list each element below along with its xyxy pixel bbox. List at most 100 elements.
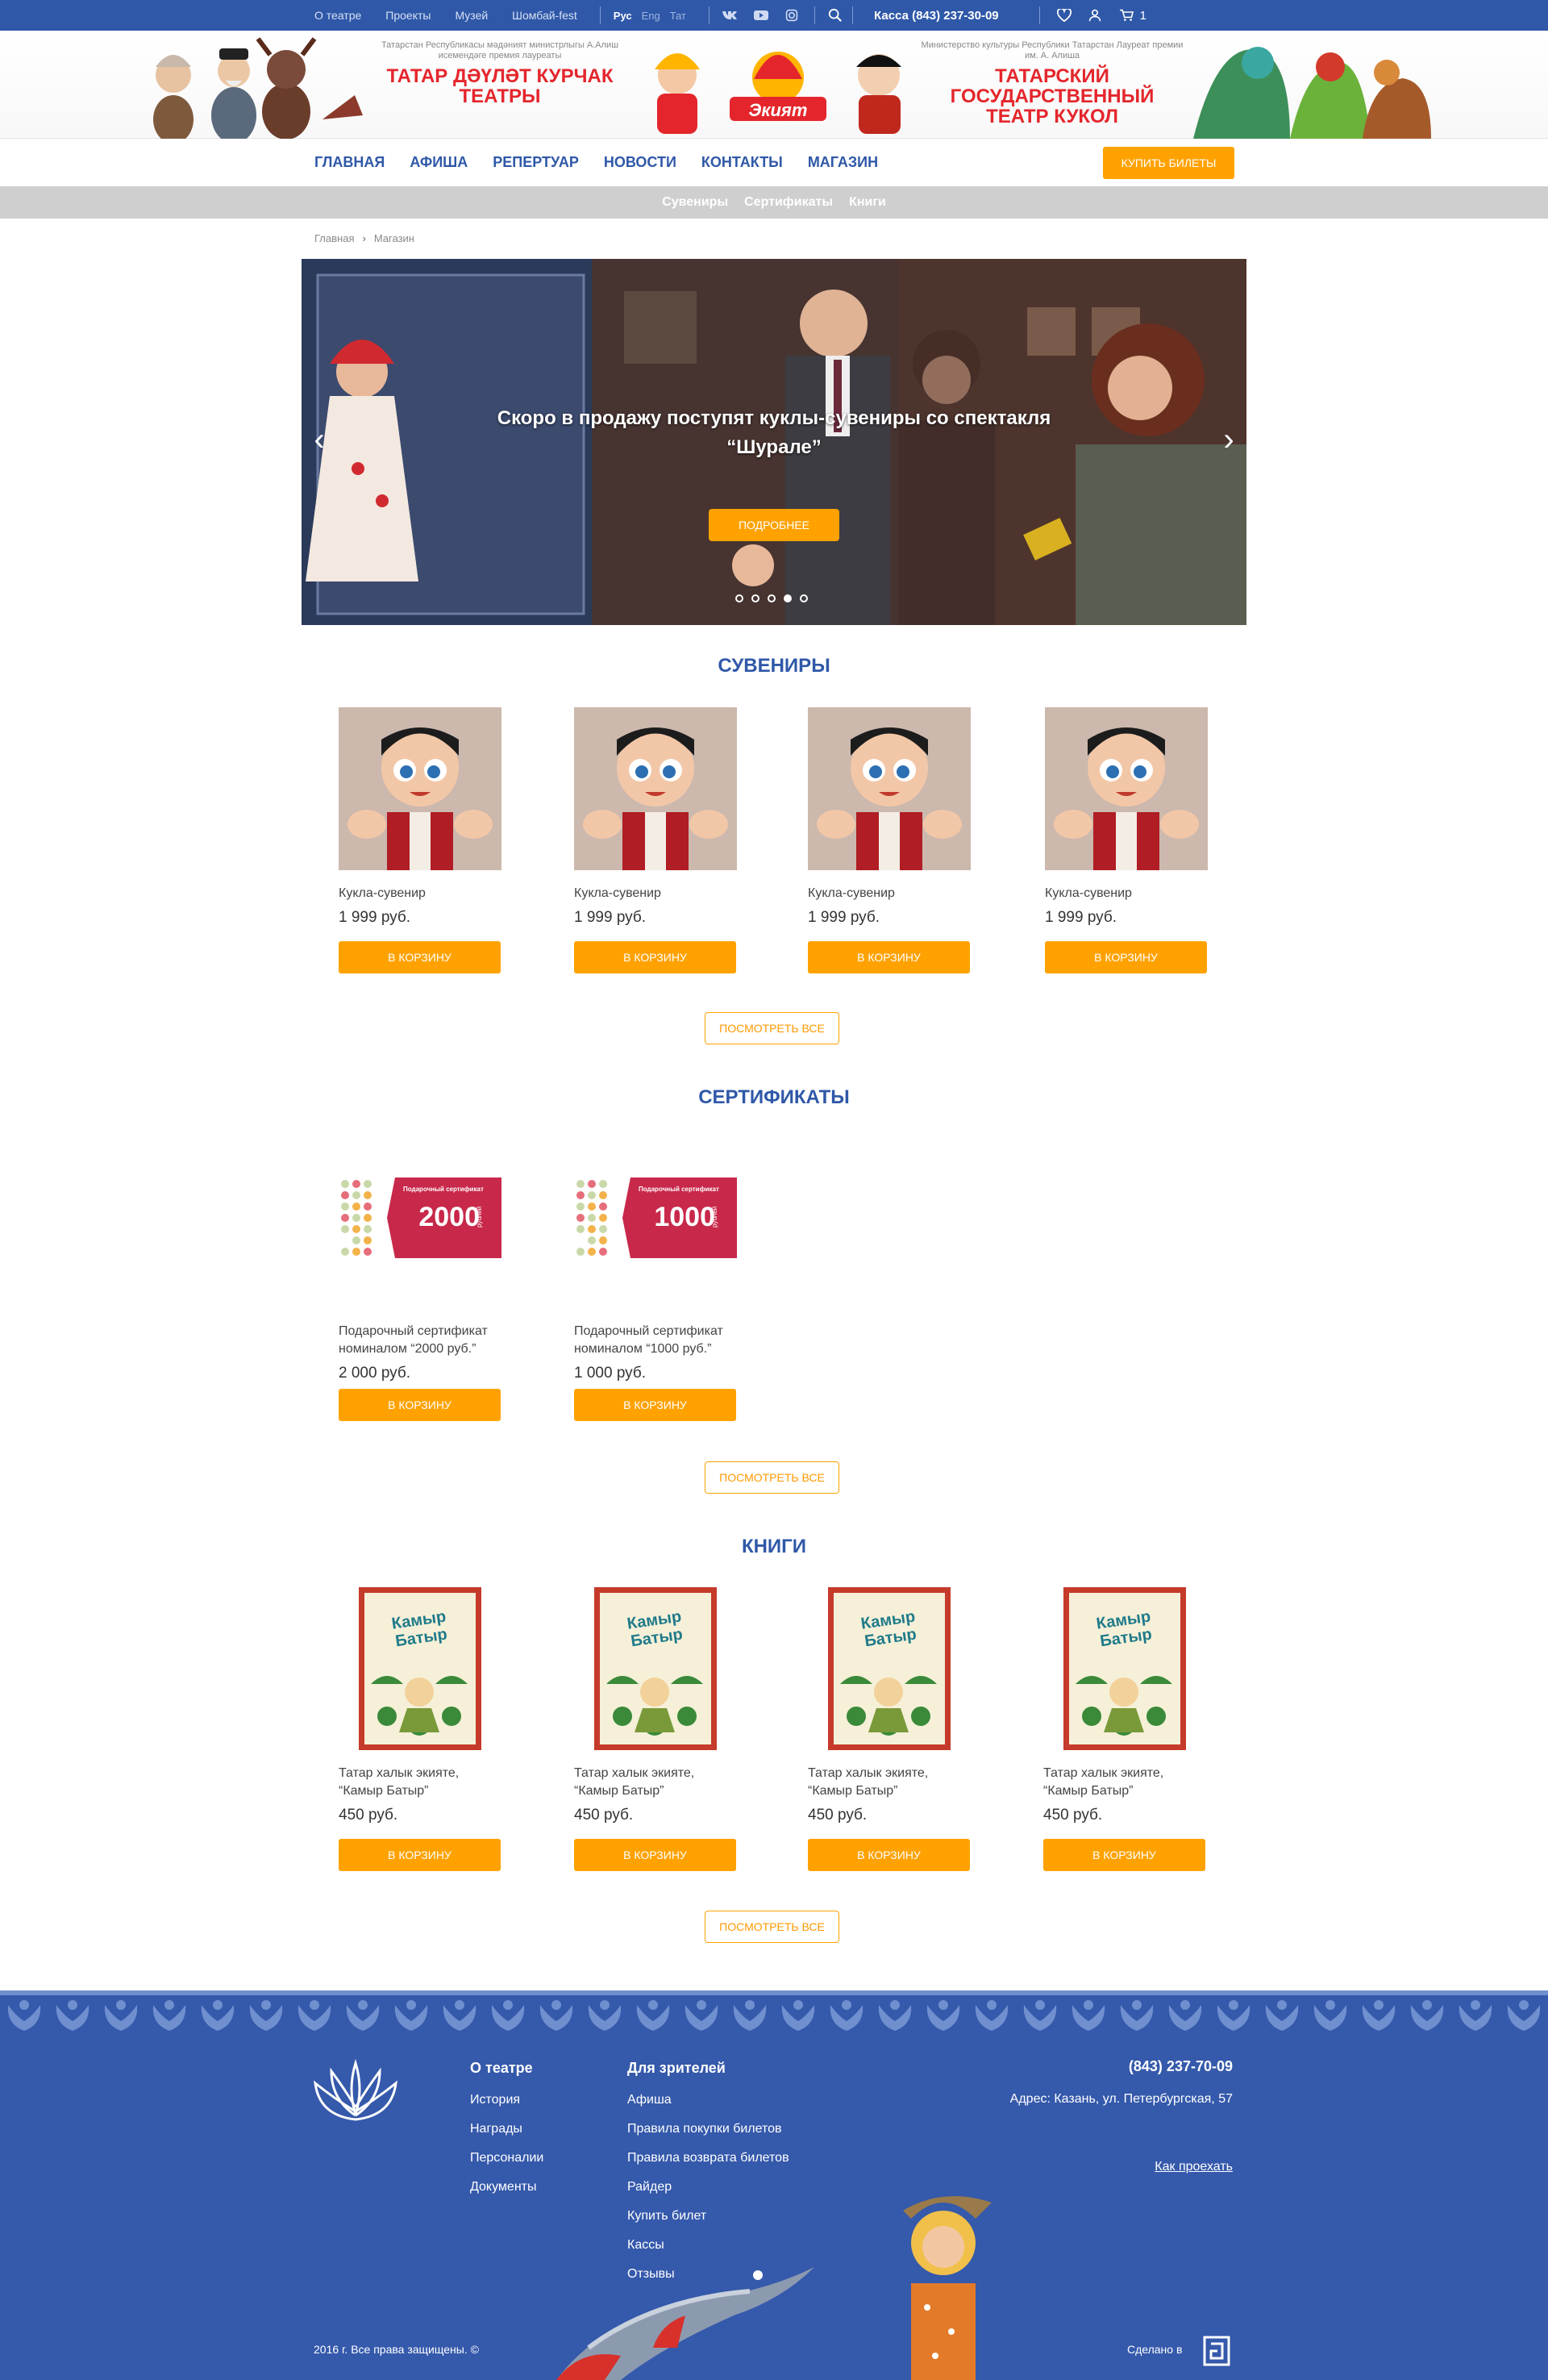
hero-slider: Скоро в продажу поступят куклы-сувениры … (302, 259, 1246, 625)
product-name[interactable]: Кукла-сувенир (574, 885, 737, 902)
slider-dot[interactable] (735, 594, 743, 602)
add-to-cart-button[interactable]: В КОРЗИНУ (808, 941, 970, 973)
directions-link[interactable]: Как проехать (1155, 2160, 1233, 2174)
shop-subnav: Сувениры Сертификаты Книги (0, 186, 1548, 219)
top-link-about[interactable]: О театре (314, 9, 361, 22)
footer-link[interactable]: Персоналии (470, 2151, 543, 2165)
product-card: Камыр Батыр Татар халык экияте, “Камыр Б… (808, 1587, 971, 1871)
footer-link[interactable]: Афиша (627, 2093, 672, 2107)
slider-dot[interactable] (800, 594, 808, 602)
product-image[interactable] (339, 707, 501, 870)
top-link-fest[interactable]: Шомбай-fest (512, 9, 577, 22)
view-all-books-button[interactable]: ПОСМОТРЕТЬ ВСЕ (705, 1911, 839, 1943)
nav-repertoire[interactable]: РЕПЕРТУАР (493, 154, 579, 171)
book-cover-image[interactable]: Камыр Батыр (339, 1587, 501, 1750)
product-card: Камыр Батыр Татар халык экияте, “Камыр Б… (1043, 1587, 1206, 1871)
product-card: Подарочный сертификат 1000 рублей Подаро… (574, 1177, 737, 1421)
product-name[interactable]: Татар халык экияте, “Камыр Батыр” (808, 1765, 971, 1800)
user-icon[interactable] (1087, 9, 1103, 22)
footer-phone[interactable]: (843) 237-70-09 (1129, 2058, 1233, 2075)
slide-more-button[interactable]: ПОДРОБНЕЕ (709, 509, 839, 541)
slide-caption: Скоро в продажу поступят куклы-сувениры … (497, 407, 1051, 458)
russian-title: ТАТАРСКИЙ ГОСУДАРСТВЕННЫЙ ТЕАТР КУКОЛ (950, 65, 1155, 127)
certificate-image[interactable]: Подарочный сертификат 1000 рублей (574, 1177, 737, 1258)
product-name[interactable]: Подарочный сертификат номиналом “2000 ру… (339, 1323, 501, 1358)
certificate-value: 1000 (654, 1202, 715, 1232)
product-name[interactable]: Кукла-сувенир (339, 885, 501, 902)
buy-tickets-button[interactable]: КУПИТЬ БИЛЕТЫ (1103, 147, 1234, 179)
slider-prev-icon[interactable]: ‹ (310, 423, 329, 456)
book-cover-image[interactable]: Камыр Батыр (808, 1587, 971, 1750)
product-name[interactable]: Подарочный сертификат номиналом “1000 ру… (574, 1323, 737, 1358)
add-to-cart-button[interactable]: В КОРЗИНУ (1045, 941, 1207, 973)
footer-link[interactable]: Правила возврата билетов (627, 2151, 789, 2165)
product-name[interactable]: Татар халык экияте, “Камыр Батыр” (1043, 1765, 1206, 1800)
instagram-icon[interactable] (784, 9, 800, 22)
add-to-cart-button[interactable]: В КОРЗИНУ (574, 941, 736, 973)
add-to-cart-button[interactable]: В КОРЗИНУ (339, 1839, 501, 1871)
nav-afisha[interactable]: АФИША (410, 154, 468, 171)
add-to-cart-button[interactable]: В КОРЗИНУ (808, 1839, 970, 1871)
top-link-museum[interactable]: Музей (455, 9, 488, 22)
footer-logo-icon[interactable] (311, 2059, 400, 2124)
view-all-souvenirs-button[interactable]: ПОСМОТРЕТЬ ВСЕ (705, 1012, 839, 1044)
nav-news[interactable]: НОВОСТИ (604, 154, 676, 171)
subnav-souvenirs[interactable]: Сувениры (662, 195, 728, 210)
subnav-books[interactable]: Книги (849, 195, 886, 210)
product-image[interactable] (1045, 707, 1208, 870)
puppets-left-image (153, 37, 1431, 139)
product-name[interactable]: Татар халык экияте, “Камыр Батыр” (574, 1765, 737, 1800)
product-price: 1 999 руб. (574, 909, 647, 926)
book-cover-image[interactable]: Камыр Батыр (1043, 1587, 1206, 1750)
book-cover-image[interactable]: Камыр Батыр (574, 1587, 737, 1750)
nav-home[interactable]: ГЛАВНАЯ (314, 154, 385, 171)
product-image[interactable] (574, 707, 737, 870)
heart-icon[interactable] (1056, 9, 1072, 22)
tatar-subtitle: Татарстан Республикасы мәдәният министрл… (381, 40, 619, 60)
lang-en[interactable]: Eng (642, 10, 660, 22)
footer-link[interactable]: Награды (470, 2122, 522, 2136)
divider (709, 6, 710, 24)
developer-logo-icon[interactable] (1203, 2336, 1230, 2366)
vk-icon[interactable] (722, 9, 739, 22)
footer-link[interactable]: История (470, 2093, 520, 2107)
footer-link[interactable]: Правила покупки билетов (627, 2122, 782, 2136)
product-name[interactable]: Татар халык экияте, “Камыр Батыр” (339, 1765, 501, 1800)
add-to-cart-button[interactable]: В КОРЗИНУ (339, 941, 501, 973)
product-card: Подарочный сертификат 2000 рублей Подаро… (339, 1177, 501, 1421)
slider-dot[interactable] (751, 594, 759, 602)
add-to-cart-button[interactable]: В КОРЗИНУ (339, 1389, 501, 1421)
certificate-label: Подарочный сертификат (403, 1186, 484, 1193)
product-card: Кукла-сувенир 1 999 руб. В КОРЗИНУ (339, 707, 501, 973)
footer-ornament (0, 1990, 1548, 2039)
product-name[interactable]: Кукла-сувенир (808, 885, 971, 902)
nav-contacts[interactable]: КОНТАКТЫ (701, 154, 783, 171)
search-icon[interactable] (828, 8, 843, 23)
cashier-phone[interactable]: Касса (843) 237-30-09 (874, 9, 999, 23)
slider-dot[interactable] (768, 594, 776, 602)
product-price: 2 000 руб. (339, 1365, 411, 1382)
breadcrumb-home[interactable]: Главная (314, 232, 354, 244)
certificate-image[interactable]: Подарочный сертификат 2000 рублей (339, 1177, 501, 1258)
lang-tat[interactable]: Тат (670, 10, 686, 22)
certificate-unit: рублей (711, 1206, 718, 1228)
product-card: Камыр Батыр Татар халык экияте, “Камыр Б… (339, 1587, 501, 1871)
lang-ru[interactable]: Рус (614, 10, 632, 22)
top-link-projects[interactable]: Проекты (385, 9, 431, 22)
product-card: Кукла-сувенир 1 999 руб. В КОРЗИНУ (808, 707, 971, 973)
slider-dot-active[interactable] (784, 594, 792, 602)
logo[interactable]: Экият (730, 100, 826, 121)
subnav-certificates[interactable]: Сертификаты (744, 195, 833, 210)
product-name[interactable]: Кукла-сувенир (1045, 885, 1208, 902)
section-title-books: КНИГИ (741, 1536, 807, 1557)
slider-next-icon[interactable]: › (1219, 423, 1238, 456)
add-to-cart-button[interactable]: В КОРЗИНУ (574, 1389, 736, 1421)
add-to-cart-button[interactable]: В КОРЗИНУ (1043, 1839, 1205, 1871)
view-all-certificates-button[interactable]: ПОСМОТРЕТЬ ВСЕ (705, 1461, 839, 1494)
nav-shop[interactable]: МАГАЗИН (808, 154, 878, 171)
product-image[interactable] (808, 707, 971, 870)
add-to-cart-button[interactable]: В КОРЗИНУ (574, 1839, 736, 1871)
footer-link[interactable]: Документы (470, 2180, 536, 2195)
cart-icon[interactable] (1117, 9, 1135, 22)
youtube-icon[interactable] (753, 9, 769, 22)
